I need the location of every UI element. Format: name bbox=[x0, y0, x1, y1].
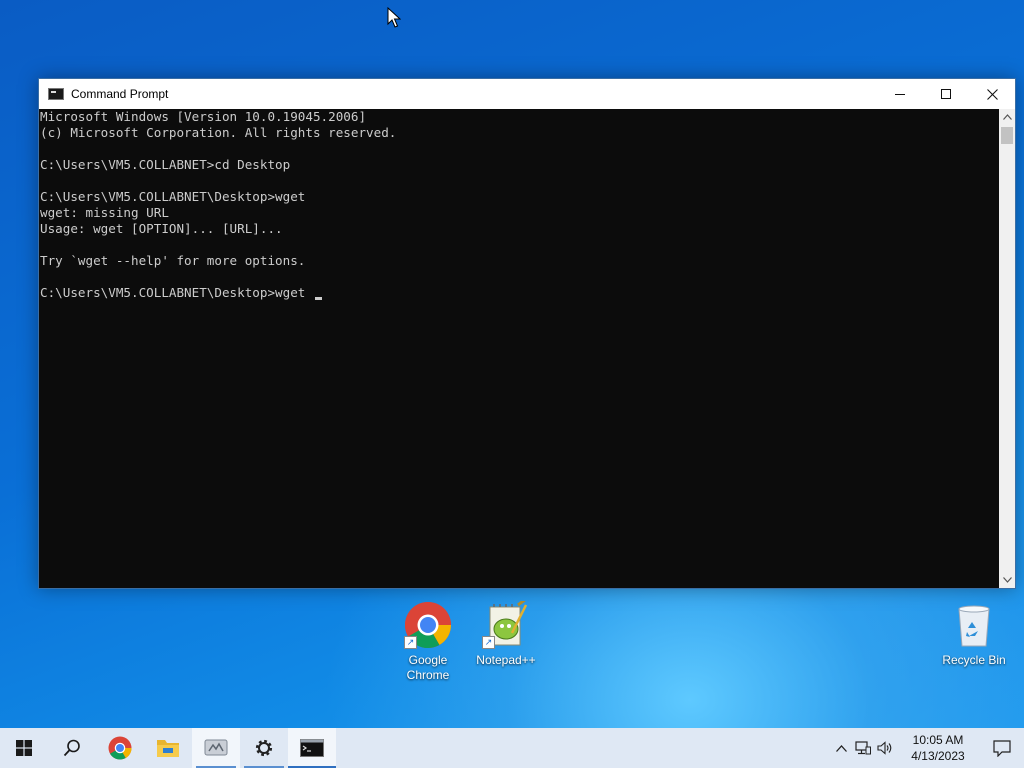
chrome-icon bbox=[108, 736, 132, 760]
speaker-icon bbox=[877, 741, 892, 755]
scrollbar-thumb[interactable] bbox=[1001, 127, 1013, 144]
app-icon bbox=[204, 739, 228, 756]
chrome-icon: ↗ bbox=[404, 601, 452, 649]
system-tray: 10:05 AM 4/13/2023 bbox=[830, 728, 1024, 768]
notification-icon bbox=[993, 739, 1011, 757]
volume-button[interactable] bbox=[874, 728, 896, 768]
taskbar-app[interactable] bbox=[192, 728, 240, 768]
console-line: (c) Microsoft Corporation. All rights re… bbox=[40, 125, 397, 140]
minimize-button[interactable] bbox=[877, 79, 923, 109]
console-input-line[interactable]: C:\Users\VM5.COLLABNET\Desktop>wget bbox=[40, 285, 1000, 301]
desktop-icon-recycle-bin[interactable]: Recycle Bin bbox=[936, 601, 1012, 668]
taskbar-command-prompt[interactable] bbox=[288, 728, 336, 768]
shortcut-arrow-icon: ↗ bbox=[404, 636, 417, 649]
network-icon bbox=[855, 741, 871, 755]
search-icon bbox=[63, 739, 80, 757]
window-controls bbox=[877, 79, 1015, 109]
settings-icon bbox=[255, 739, 273, 757]
taskbar-file-explorer[interactable] bbox=[144, 728, 192, 768]
chevron-up-icon bbox=[835, 744, 847, 752]
chevron-up-icon bbox=[1002, 114, 1012, 120]
console-line: C:\Users\VM5.COLLABNET>cd Desktop bbox=[40, 157, 291, 172]
start-button[interactable] bbox=[0, 728, 48, 768]
clock-date: 4/13/2023 bbox=[911, 749, 965, 763]
window-titlebar[interactable]: Command Prompt bbox=[39, 79, 1015, 109]
maximize-icon bbox=[940, 88, 951, 99]
desktop-icon-label: Recycle Bin bbox=[942, 653, 1006, 667]
file-explorer-icon bbox=[157, 740, 179, 757]
notepad-plus-plus-icon: ↗ bbox=[482, 597, 530, 649]
network-button[interactable] bbox=[852, 728, 874, 768]
scroll-up-button[interactable] bbox=[999, 109, 1015, 125]
desktop-icon-notepad-plus-plus[interactable]: ↗ Notepad++ bbox=[468, 597, 544, 668]
taskbar-chrome[interactable] bbox=[96, 728, 144, 768]
command-prompt-icon bbox=[300, 739, 324, 757]
taskbar-settings[interactable] bbox=[240, 728, 288, 768]
command-prompt-window[interactable]: Command Prompt Microsoft Windows [Versio… bbox=[38, 78, 1016, 589]
show-hidden-icons-button[interactable] bbox=[830, 728, 852, 768]
notification-center-button[interactable] bbox=[980, 728, 1024, 768]
close-icon bbox=[986, 88, 998, 100]
maximize-button[interactable] bbox=[923, 79, 969, 109]
scroll-down-button[interactable] bbox=[999, 572, 1015, 588]
clock[interactable]: 10:05 AM 4/13/2023 bbox=[902, 732, 974, 764]
desktop-icon-label: Notepad++ bbox=[476, 653, 536, 667]
close-button[interactable] bbox=[969, 79, 1015, 109]
recycle-bin-icon bbox=[950, 601, 998, 649]
command-prompt-icon bbox=[48, 88, 64, 100]
console-line: C:\Users\VM5.COLLABNET\Desktop>wget bbox=[40, 189, 306, 204]
console-output[interactable]: Microsoft Windows [Version 10.0.19045.20… bbox=[39, 109, 1000, 588]
clock-time: 10:05 AM bbox=[912, 733, 964, 747]
console-line: wget: missing URL bbox=[40, 205, 169, 220]
window-title: Command Prompt bbox=[71, 87, 169, 101]
console-line: Try `wget --help' for more options. bbox=[40, 253, 306, 268]
text-cursor bbox=[314, 297, 322, 300]
search-button[interactable] bbox=[48, 728, 96, 768]
console-prompt: C:\Users\VM5.COLLABNET\Desktop>wget bbox=[40, 285, 313, 300]
shortcut-arrow-icon: ↗ bbox=[482, 636, 495, 649]
console-line: Microsoft Windows [Version 10.0.19045.20… bbox=[40, 109, 367, 124]
mouse-pointer-icon bbox=[387, 7, 401, 28]
vertical-scrollbar[interactable] bbox=[999, 109, 1015, 588]
console-line: Usage: wget [OPTION]... [URL]... bbox=[40, 221, 283, 236]
taskbar: 10:05 AM 4/13/2023 bbox=[0, 728, 1024, 768]
start-icon bbox=[16, 740, 32, 756]
desktop-icon-label: Google Chrome bbox=[406, 653, 450, 682]
chevron-down-icon bbox=[1002, 577, 1012, 583]
desktop: Command Prompt Microsoft Windows [Versio… bbox=[0, 0, 1024, 728]
minimize-icon bbox=[894, 93, 905, 95]
desktop-icon-chrome[interactable]: ↗ Google Chrome bbox=[390, 601, 466, 683]
